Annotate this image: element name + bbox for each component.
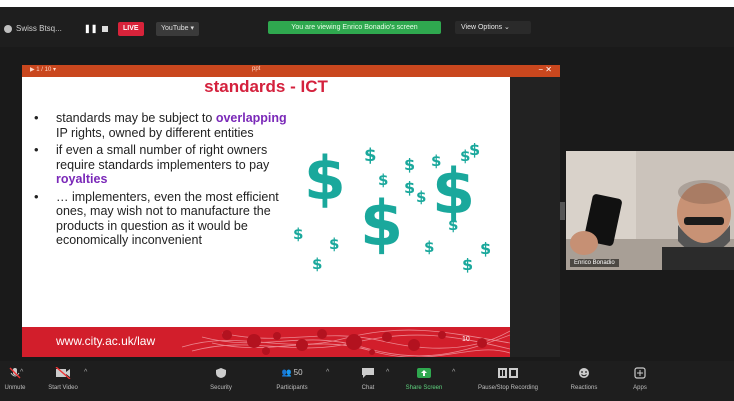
toolbar-label: Share Screen bbox=[405, 385, 443, 391]
dollar-sign-icon: $ bbox=[462, 255, 474, 274]
participant-name: Enrico Bonadio bbox=[570, 259, 619, 267]
chevron-up-icon[interactable]: ^ bbox=[20, 369, 23, 376]
chevron-up-icon[interactable]: ^ bbox=[84, 369, 87, 376]
slide-bullet: if even a small number of right owners r… bbox=[34, 143, 294, 187]
meeting-name: Swiss Btsq... bbox=[16, 24, 62, 33]
dollar-sign-icon: $ bbox=[360, 187, 404, 260]
participants-icon: 👥 50 bbox=[281, 368, 303, 377]
presentation-title[interactable]: ▶ 1 / 10 ▾ bbox=[30, 66, 56, 73]
stop-icon[interactable] bbox=[102, 26, 108, 32]
highlighted-term: royalties bbox=[56, 172, 108, 186]
unmute-button[interactable]: Unmute bbox=[0, 361, 30, 401]
footer-url: www.city.ac.uk/law bbox=[56, 334, 156, 348]
meeting-top-bar: Swiss Btsq... ❚❚ LIVE YouTube ▾ You are … bbox=[0, 7, 734, 47]
dollar-sign-icon: $ bbox=[293, 225, 304, 243]
toolbar-label: Reactions bbox=[570, 385, 598, 391]
chat-button[interactable]: Chat bbox=[350, 361, 386, 401]
speaker-video-image bbox=[566, 151, 734, 270]
toolbar-label: Security bbox=[210, 385, 232, 391]
dollar-sign-icon: $ bbox=[480, 239, 492, 258]
toolbar-label: Participants bbox=[276, 385, 308, 391]
dollar-sign-icon: $ bbox=[404, 178, 416, 197]
dollar-sign-icon: $ bbox=[364, 145, 377, 166]
presentation-app-name: ppt bbox=[252, 66, 261, 72]
dollar-sign-icon: $ bbox=[432, 155, 476, 228]
chevron-up-icon[interactable]: ^ bbox=[452, 369, 455, 376]
dollar-sign-icon: $ bbox=[424, 238, 435, 256]
slide-bullet: … implementers, even the most efficient … bbox=[34, 190, 294, 248]
speaker-video-thumbnail[interactable]: Enrico Bonadio bbox=[566, 151, 734, 270]
apps-button[interactable]: Apps bbox=[622, 361, 658, 401]
dollar-sign-icon: $ bbox=[312, 255, 323, 273]
live-badge[interactable]: LIVE bbox=[118, 22, 144, 36]
view-options-button[interactable]: View Options ⌄ bbox=[455, 21, 531, 34]
toolbar-label: Apps bbox=[633, 385, 647, 391]
toolbar-label: Start Video bbox=[48, 385, 78, 391]
chevron-up-icon[interactable]: ^ bbox=[386, 369, 389, 376]
bullet-text: … implementers, even the most efficient … bbox=[56, 189, 279, 248]
dollar-sign-icon: $ bbox=[448, 216, 459, 234]
slide-title: standards - ICT bbox=[204, 77, 328, 96]
bullet-text: IP rights, owned by different entities bbox=[56, 125, 254, 140]
zoom-window: Swiss Btsq... ❚❚ LIVE YouTube ▾ You are … bbox=[0, 7, 734, 401]
toolbar-label: Unmute bbox=[4, 385, 26, 391]
youtube-button[interactable]: YouTube ▾ bbox=[156, 22, 199, 36]
toolbar-label: Pause/Stop Recording bbox=[477, 385, 539, 391]
chat-icon bbox=[362, 368, 374, 378]
dollar-sign-icon: $ bbox=[416, 188, 427, 206]
share-screen-button[interactable]: Share Screen bbox=[400, 361, 448, 401]
share-screen-icon bbox=[417, 368, 431, 378]
reactions-icon bbox=[579, 368, 589, 378]
dollar-sign-icon: $ bbox=[378, 171, 389, 189]
slide-bullet: standards may be subject to overlapping … bbox=[34, 111, 294, 140]
slide-bullet-list: standards may be subject to overlapping … bbox=[34, 111, 294, 251]
window-controls[interactable]: − ✕ bbox=[538, 65, 552, 74]
dollar-sign-icon: $ bbox=[404, 155, 416, 174]
meeting-controls-toolbar: Unmute ^ Start Video ^ Security 👥 50 Par… bbox=[0, 361, 734, 401]
reactions-button[interactable]: Reactions bbox=[562, 361, 606, 401]
shared-presentation-window: ▶ 1 / 10 ▾ ppt − ✕ standards - ICT stand… bbox=[22, 65, 560, 357]
presentation-title-bar: ▶ 1 / 10 ▾ ppt − ✕ bbox=[22, 65, 560, 77]
avatar bbox=[4, 25, 12, 33]
bullet-text: standards may be subject to bbox=[56, 111, 216, 125]
dollar-sign-icon: $ bbox=[304, 144, 346, 214]
toolbar-label: Chat bbox=[361, 385, 375, 391]
video-icon bbox=[55, 367, 71, 379]
bullet-text: if even a small number of right owners r… bbox=[56, 143, 270, 172]
slide-number: 10 bbox=[462, 336, 470, 343]
viewing-screen-banner: You are viewing Enrico Bonadio's screen bbox=[268, 21, 441, 34]
start-video-button[interactable]: Start Video bbox=[38, 361, 88, 401]
pause-stop-recording-button[interactable]: Pause/Stop Recording bbox=[466, 361, 550, 401]
highlighted-term: overlapping bbox=[215, 111, 287, 125]
chevron-up-icon[interactable]: ^ bbox=[326, 369, 329, 376]
slide: standards - ICT standards may be subject… bbox=[22, 77, 510, 357]
participant-count: 50 bbox=[293, 368, 303, 377]
video-panel-handle[interactable] bbox=[560, 202, 565, 220]
participants-button[interactable]: 👥 50 Participants bbox=[262, 361, 322, 401]
security-button[interactable]: Security bbox=[198, 361, 244, 401]
apps-icon bbox=[634, 367, 646, 379]
dollar-sign-icon: $ bbox=[329, 235, 340, 253]
slide-footer: www.city.ac.uk/law 10 bbox=[22, 327, 510, 357]
shield-icon bbox=[216, 368, 226, 378]
pause-icon[interactable]: ❚❚ bbox=[84, 22, 97, 36]
recording-icon bbox=[498, 368, 518, 378]
